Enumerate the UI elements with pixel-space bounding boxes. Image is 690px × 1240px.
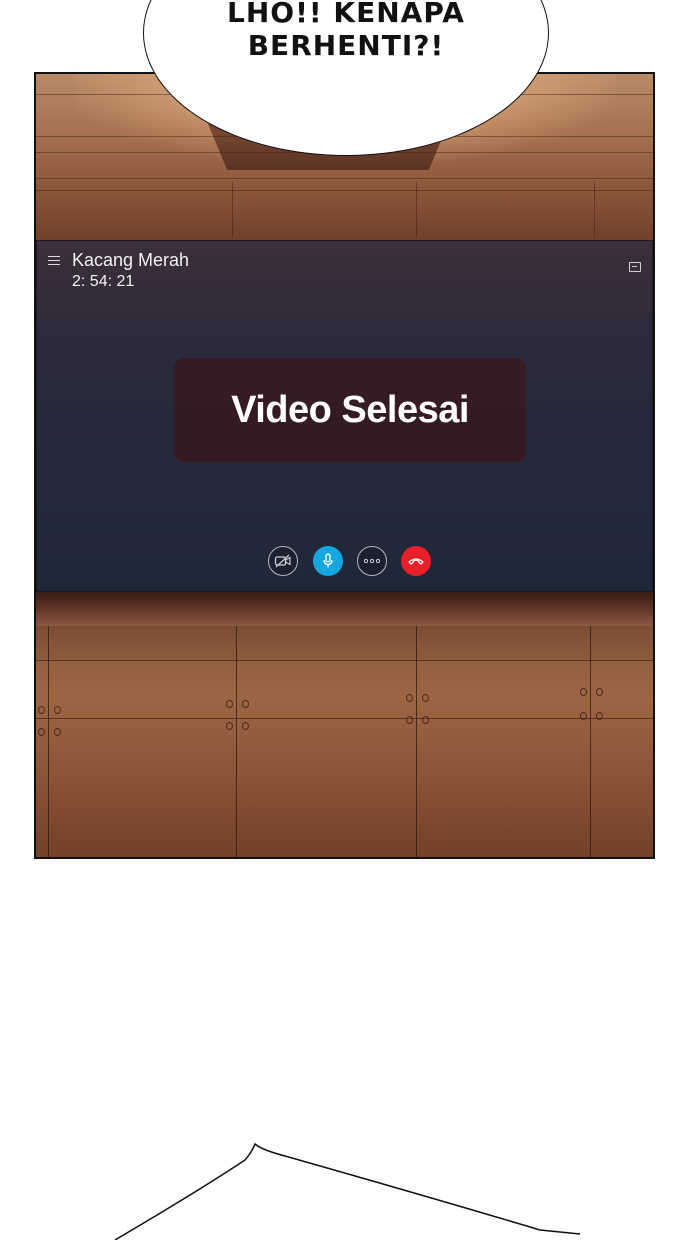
speech-bubble-bottom <box>114 1142 581 1240</box>
microphone-button[interactable] <box>313 546 343 576</box>
call-status-text: Video Selesai <box>231 388 469 431</box>
cabinet-background <box>36 626 653 857</box>
more-options-icon <box>363 558 381 564</box>
menu-icon[interactable] <box>48 256 60 266</box>
end-call-icon <box>408 558 424 565</box>
call-status-box: Video Selesai <box>174 358 526 462</box>
caller-name: Kacang Merah <box>72 250 190 270</box>
comic-panel: Kacang Merah 2: 54: 21 Video Selesai <box>34 72 655 859</box>
more-options-button[interactable] <box>357 546 387 576</box>
camera-toggle-button[interactable] <box>268 546 298 576</box>
microphone-icon <box>323 553 333 568</box>
video-call-screen: Kacang Merah 2: 54: 21 Video Selesai <box>36 240 653 592</box>
speech-line-1: LHO!! KENAPA <box>227 0 465 29</box>
end-call-button[interactable] <box>401 546 431 576</box>
speech-line-2: BERHENTI?! <box>247 29 445 62</box>
call-duration: 2: 54: 21 <box>72 273 135 290</box>
camera-off-icon <box>274 554 291 568</box>
tv-bottom-edge <box>36 592 653 626</box>
chat-icon[interactable] <box>629 262 641 272</box>
speech-bubble-text: LHO!! KENAPA BERHENTI?! <box>143 0 549 62</box>
